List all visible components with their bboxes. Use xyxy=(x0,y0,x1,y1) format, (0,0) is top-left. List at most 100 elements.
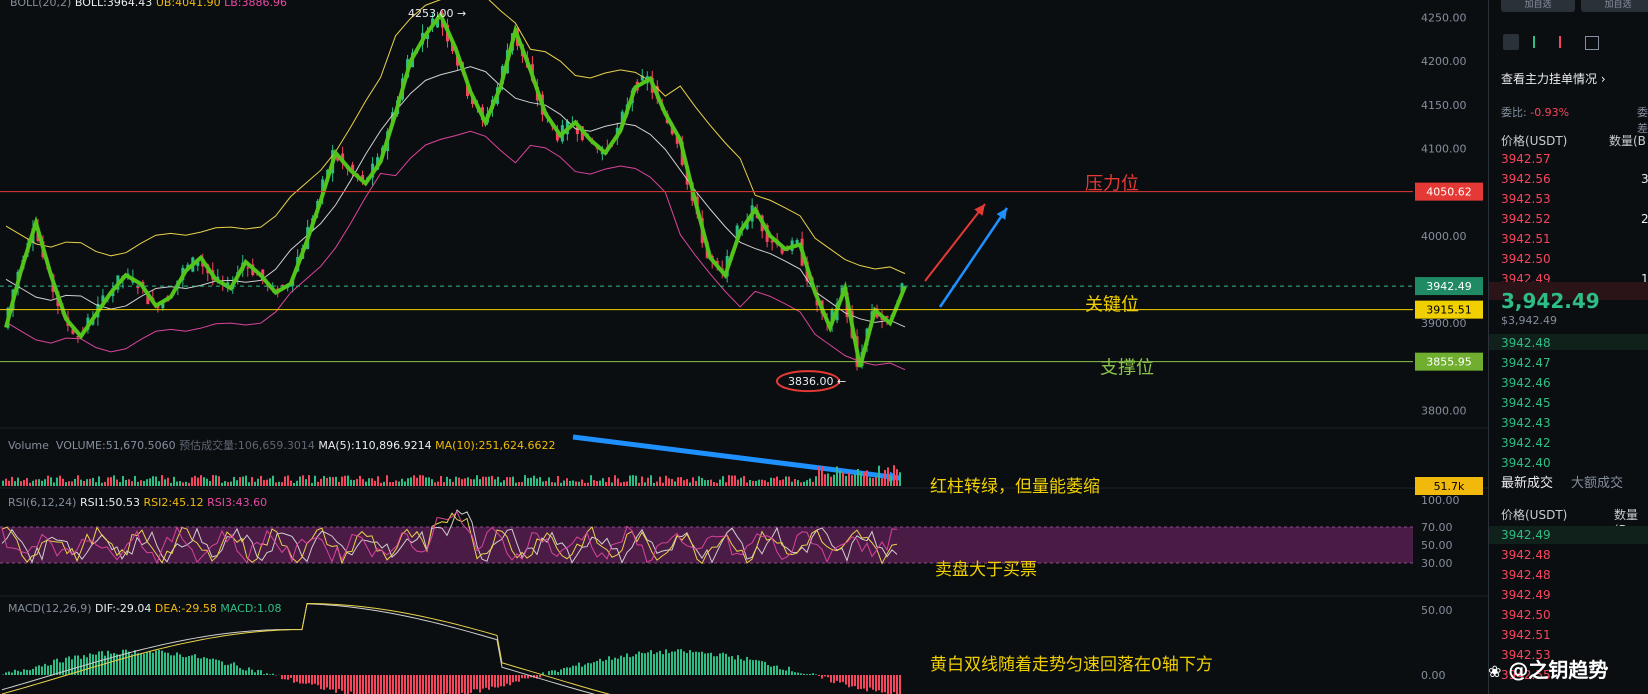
macd-bar xyxy=(734,659,736,675)
volume-bar xyxy=(368,478,370,486)
volume-bar xyxy=(272,475,274,486)
macd-bar xyxy=(791,671,793,675)
macd-bar xyxy=(764,661,766,675)
volume-bar xyxy=(803,481,805,486)
macd-bar xyxy=(398,675,400,694)
expand-icon[interactable] xyxy=(1585,36,1599,50)
ask-row[interactable]: 3942.51 xyxy=(1501,232,1551,246)
ask-row[interactable]: 3942.56 xyxy=(1501,172,1551,186)
bid-ask-ratio: 委比: -0.93% xyxy=(1501,106,1570,119)
macd-bar xyxy=(137,653,139,675)
macd-bar xyxy=(239,668,241,675)
last-price: 3,942.49 xyxy=(1501,289,1600,313)
macd-bar xyxy=(695,651,697,675)
macd-bar xyxy=(188,656,190,675)
bid-row[interactable]: 3942.46 xyxy=(1501,376,1551,390)
add-favorite-button-2[interactable]: 加自选 xyxy=(1581,0,1648,12)
macd-bar xyxy=(62,662,64,675)
macd-bar xyxy=(17,670,19,675)
volume-bar xyxy=(8,480,10,486)
macd-bar xyxy=(521,675,523,679)
rsi-note: 卖盘大于买票 xyxy=(935,560,1037,580)
ask-row[interactable]: 3942.53 xyxy=(1501,192,1551,206)
ask-row[interactable]: 3942.52 xyxy=(1501,212,1551,226)
macd-bar xyxy=(242,669,244,675)
volume-bar xyxy=(413,475,415,486)
volume-bar xyxy=(599,480,601,486)
bid-row[interactable]: 3942.42 xyxy=(1501,436,1551,450)
rsi-tick: 50.00 xyxy=(1421,539,1453,552)
macd-bar xyxy=(155,650,157,675)
macd-bar xyxy=(428,675,430,694)
macd-bar xyxy=(779,669,781,675)
macd-bar xyxy=(269,674,271,675)
macd-bar xyxy=(338,675,340,689)
volume-bar xyxy=(116,479,118,486)
macd-bar xyxy=(365,675,367,694)
volume-bar xyxy=(374,480,376,486)
bid-row[interactable]: 3942.43 xyxy=(1501,416,1551,430)
macd-bar xyxy=(332,675,334,690)
volume-bar xyxy=(827,473,829,486)
macd-bar xyxy=(98,651,100,675)
volume-bar xyxy=(539,477,541,486)
volume-bar xyxy=(461,479,463,486)
macd-bar xyxy=(200,658,202,675)
volume-bar xyxy=(479,479,481,486)
volume-bar xyxy=(125,479,127,486)
volume-bar xyxy=(473,479,475,486)
macd-bar xyxy=(899,675,901,694)
macd-bar xyxy=(323,675,325,690)
volume-bar xyxy=(347,475,349,486)
volume-bar xyxy=(800,482,802,486)
macd-bar xyxy=(743,660,745,675)
volume-bar xyxy=(806,480,808,486)
macd-bar xyxy=(704,653,706,675)
orderbook-asks-icon[interactable] xyxy=(1559,36,1573,48)
volume-bar xyxy=(653,482,655,486)
macd-bar xyxy=(116,654,118,675)
volume-bar xyxy=(47,475,49,486)
price-tick: 4100.00 xyxy=(1421,142,1467,155)
bid-row[interactable]: 3942.48 xyxy=(1501,336,1551,350)
volume-bar xyxy=(371,478,373,486)
orderbook-bids-icon[interactable] xyxy=(1533,36,1547,48)
volume-bar xyxy=(311,482,313,486)
macd-bar xyxy=(671,651,673,675)
macd-bar xyxy=(710,652,712,675)
volume-bar xyxy=(344,475,346,486)
volume-bar xyxy=(401,478,403,486)
ask-row[interactable]: 3942.50 xyxy=(1501,252,1551,266)
volume-bar xyxy=(686,479,688,486)
volume-bar xyxy=(458,477,460,486)
volume-bar xyxy=(350,479,352,486)
ask-row[interactable]: 3942.57 xyxy=(1501,152,1551,166)
macd-bar xyxy=(341,675,343,691)
volume-bar xyxy=(782,479,784,486)
bid-row[interactable]: 3942.40 xyxy=(1501,456,1551,470)
orderbook-both-icon[interactable] xyxy=(1503,34,1519,50)
volume-bar xyxy=(155,476,157,486)
macd-bar xyxy=(860,675,862,689)
rsi-tick: 70.00 xyxy=(1421,521,1453,534)
volume-down-arrow xyxy=(572,434,901,481)
volume-bar xyxy=(542,481,544,486)
macd-bar xyxy=(677,649,679,675)
macd-bar xyxy=(581,666,583,675)
bid-row[interactable]: 3942.45 xyxy=(1501,396,1551,410)
volume-bar xyxy=(689,482,691,486)
macd-bar xyxy=(23,669,25,675)
macd-bar xyxy=(674,651,676,675)
tab-large-trades[interactable]: 大额成交 xyxy=(1571,472,1623,491)
add-favorite-button[interactable]: 加自选 xyxy=(1501,0,1575,12)
macd-bar xyxy=(287,675,289,680)
main-orders-link[interactable]: 查看主力挂单情况 › xyxy=(1501,70,1606,87)
volume-bar xyxy=(626,481,628,486)
bid-row[interactable]: 3942.47 xyxy=(1501,356,1551,370)
macd-bar xyxy=(617,658,619,675)
volume-bar xyxy=(575,481,577,486)
volume-bar xyxy=(545,480,547,486)
tab-latest-trades[interactable]: 最新成交 xyxy=(1501,472,1553,491)
volume-bar xyxy=(449,479,451,486)
volume-bar xyxy=(884,469,886,486)
